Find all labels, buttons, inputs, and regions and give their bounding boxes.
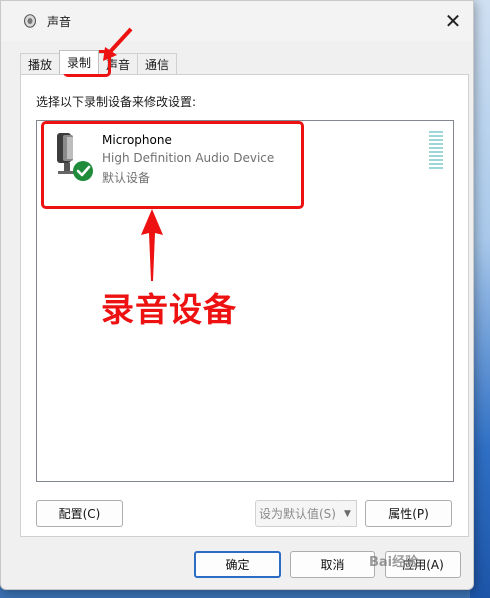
level-meter <box>429 131 443 171</box>
set-default-dropdown[interactable]: ▼ <box>339 500 357 527</box>
close-icon: ✕ <box>444 9 462 33</box>
annotation-arrow-tab <box>103 27 133 61</box>
tab-communications[interactable]: 通信 <box>137 53 178 74</box>
ok-button[interactable]: 确定 <box>194 551 281 578</box>
properties-button[interactable]: 属性(P) <box>365 500 452 527</box>
set-default-button[interactable]: 设为默认值(S) <box>255 500 340 527</box>
tab-recording[interactable]: 录制 <box>59 50 100 74</box>
chevron-down-icon: ▼ <box>344 508 351 519</box>
tab-playback[interactable]: 播放 <box>20 53 61 74</box>
sound-dialog: 声音 ✕ 播放 录制 声音 通信 选择以下录制设备来修改设置: Micropho… <box>0 0 474 590</box>
close-button[interactable]: ✕ <box>439 9 467 33</box>
annotation-box-device <box>41 121 304 209</box>
annotation-arrow-device <box>141 209 163 281</box>
watermark: Bai经验 <box>369 555 419 570</box>
speaker-icon <box>24 14 36 28</box>
tab-strip: 播放 录制 声音 通信 <box>20 50 178 74</box>
annotation-label: 录音设备 <box>101 290 237 329</box>
instruction-text: 选择以下录制设备来修改设置: <box>36 95 197 109</box>
cancel-button[interactable]: 取消 <box>290 551 375 578</box>
window-title: 声音 <box>47 14 72 29</box>
title-bar[interactable]: 声音 ✕ <box>1 1 473 41</box>
configure-button[interactable]: 配置(C) <box>36 500 123 527</box>
